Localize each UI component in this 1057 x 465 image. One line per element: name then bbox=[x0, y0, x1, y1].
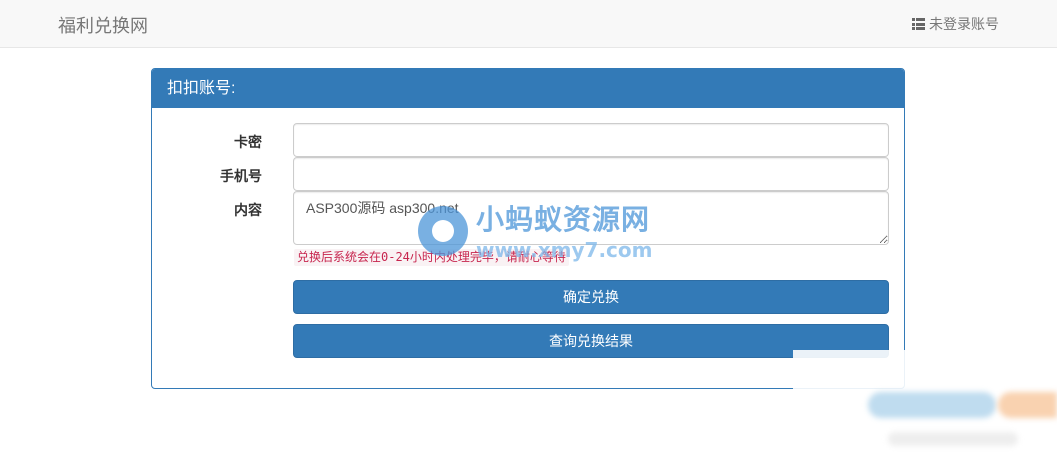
card-label: 卡密 bbox=[234, 134, 262, 150]
list-icon bbox=[912, 18, 925, 30]
site-brand[interactable]: 福利兑换网 bbox=[58, 12, 148, 38]
help-text: 兑换后系统会在0-24小时内处理完毕，请耐心等待 bbox=[294, 249, 569, 266]
content-label: 内容 bbox=[234, 202, 262, 218]
phone-label: 手机号 bbox=[220, 168, 262, 184]
card-input[interactable] bbox=[293, 123, 889, 157]
content-textarea[interactable]: ASP300源码 asp300.net bbox=[293, 191, 889, 245]
top-navbar: 福利兑换网 未登录账号 bbox=[0, 0, 1057, 48]
blurred-orange-element bbox=[998, 392, 1057, 418]
phone-input[interactable] bbox=[293, 157, 889, 191]
account-label: 未登录账号 bbox=[929, 16, 999, 32]
confirm-exchange-button[interactable]: 确定兑换 bbox=[293, 280, 889, 314]
blurred-blue-element bbox=[868, 392, 996, 418]
blurred-gray-element bbox=[888, 432, 1018, 446]
query-result-button[interactable]: 查询兑换结果 bbox=[293, 324, 889, 358]
account-menu[interactable]: 未登录账号 bbox=[912, 14, 999, 34]
exchange-panel: 扣扣账号: 卡密 手机号 内容 ASP300源码 asp300.net 兑换后系… bbox=[151, 68, 905, 389]
panel-heading: 扣扣账号: bbox=[152, 69, 904, 108]
